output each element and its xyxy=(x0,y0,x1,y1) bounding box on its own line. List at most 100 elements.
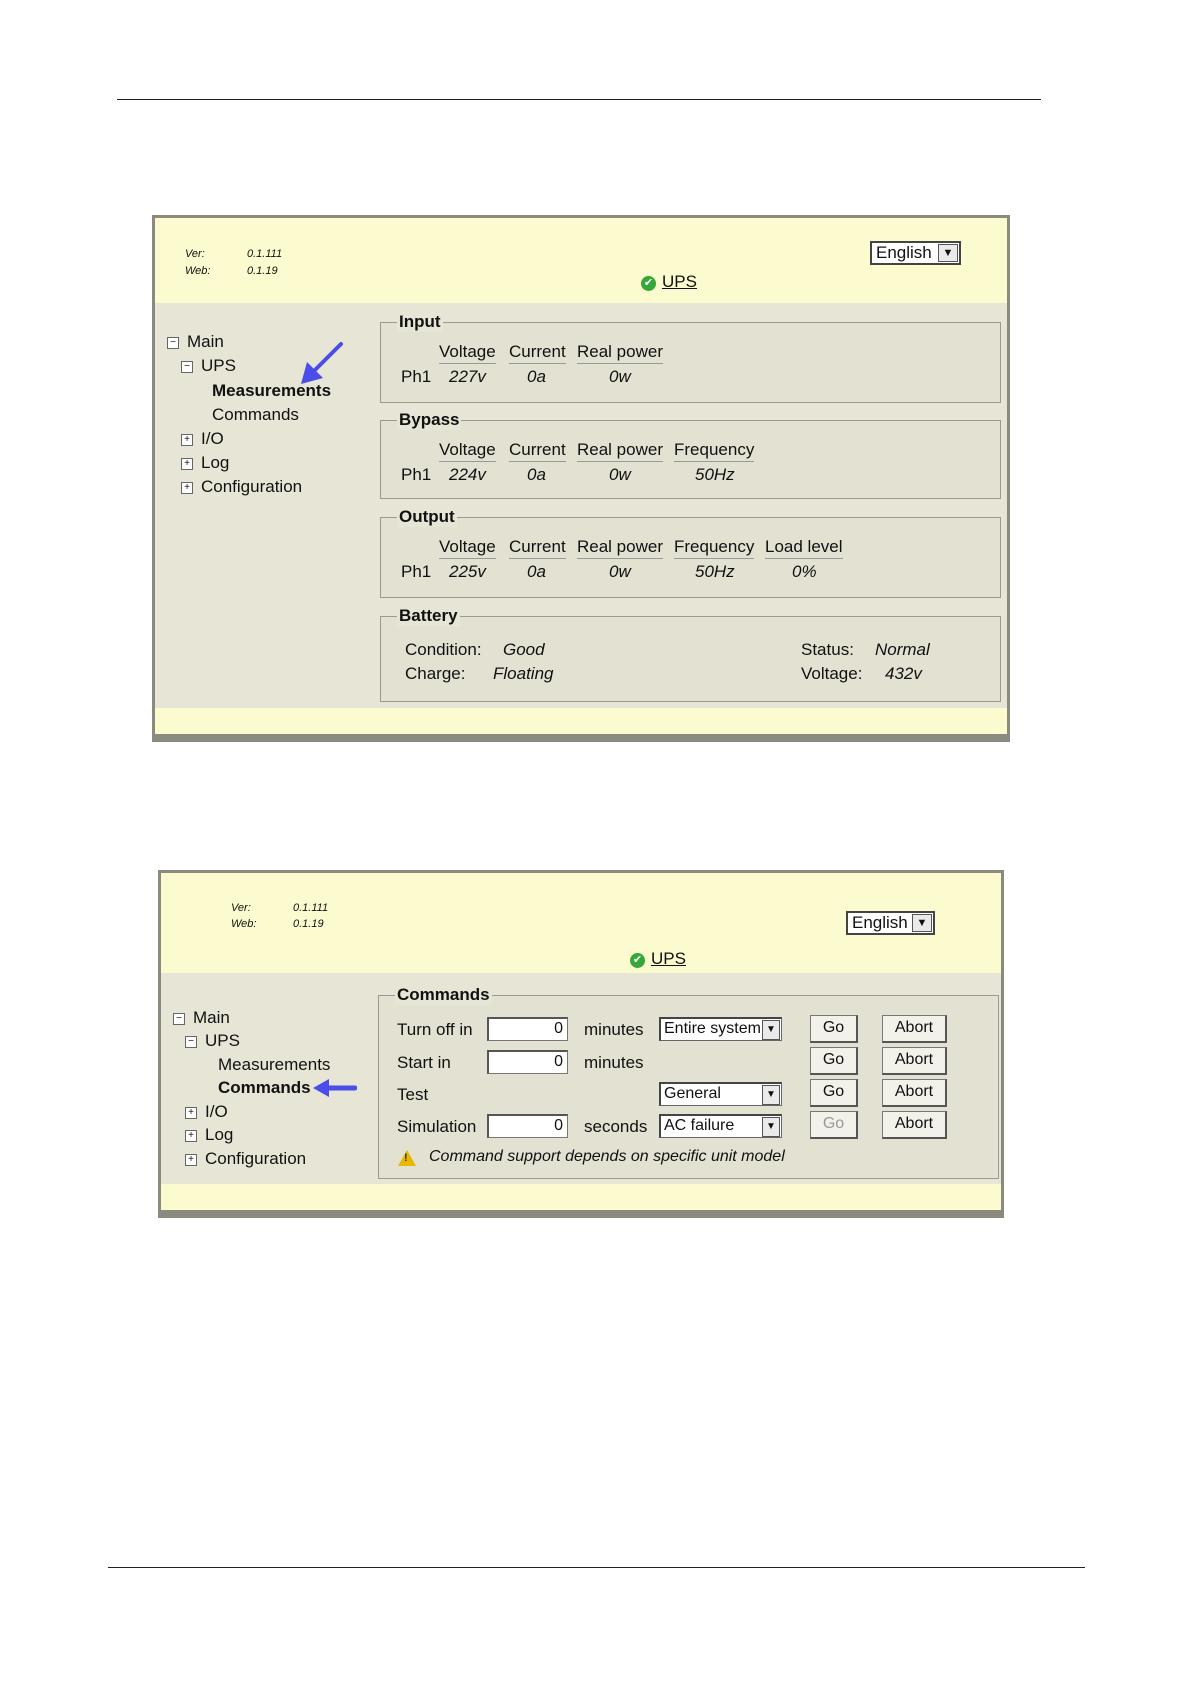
collapse-icon[interactable]: − xyxy=(173,1013,185,1025)
start-unit: minutes xyxy=(584,1053,644,1072)
turn-off-minutes-input[interactable]: 0 xyxy=(487,1017,568,1041)
tree-label: UPS xyxy=(205,1031,240,1050)
language-value: English xyxy=(852,913,908,932)
bypass-voltage-value: 224v xyxy=(449,465,486,484)
col-header-voltage: Voltage xyxy=(439,342,496,364)
check-icon: ✔ xyxy=(641,276,656,291)
col-header-voltage: Voltage xyxy=(439,537,496,559)
tree-label: I/O xyxy=(201,429,224,448)
chevron-down-icon[interactable]: ▼ xyxy=(762,1020,780,1040)
output-frequency-value: 50Hz xyxy=(695,562,735,581)
footer-band xyxy=(155,708,1007,734)
start-abort-button[interactable]: Abort xyxy=(882,1047,947,1075)
tree-item-measurements[interactable]: Measurements xyxy=(218,1055,330,1075)
input-current-value: 0a xyxy=(527,367,546,386)
expand-icon[interactable]: + xyxy=(181,434,193,446)
collapse-icon[interactable]: − xyxy=(167,337,179,349)
language-select[interactable]: English ▼ xyxy=(870,241,961,265)
tree-item-configuration[interactable]: + Configuration xyxy=(185,1149,306,1169)
simulation-go-button[interactable]: Go xyxy=(810,1111,858,1139)
tree-item-ups[interactable]: − UPS xyxy=(181,356,236,376)
col-header-voltage: Voltage xyxy=(439,440,496,462)
tree-item-log[interactable]: + Log xyxy=(185,1125,233,1145)
condition-label: Condition: xyxy=(405,640,482,659)
bypass-frequency-value: 50Hz xyxy=(695,465,735,484)
turn-off-scope-value: Entire system xyxy=(664,1020,761,1037)
tree-item-log[interactable]: + Log xyxy=(181,453,229,473)
output-voltage-value: 225v xyxy=(449,562,486,581)
simulation-unit: seconds xyxy=(584,1117,648,1136)
pointer-arrow-icon xyxy=(301,342,343,384)
tree-item-main[interactable]: − Main xyxy=(167,332,224,352)
col-header-real-power: Real power xyxy=(577,440,663,462)
turn-off-abort-button[interactable]: Abort xyxy=(882,1015,947,1043)
tree-label: Measurements xyxy=(218,1055,331,1074)
expand-icon[interactable]: + xyxy=(181,458,193,470)
col-header-real-power: Real power xyxy=(577,342,663,364)
tree-item-commands[interactable]: Commands xyxy=(212,405,299,425)
version-info: Ver: 0.1.111 Web: 0.1.19 xyxy=(231,902,328,930)
chevron-down-icon[interactable]: ▼ xyxy=(762,1085,780,1105)
turn-off-go-button[interactable]: Go xyxy=(810,1015,858,1043)
tree-label: I/O xyxy=(205,1102,228,1121)
language-select[interactable]: English ▼ xyxy=(846,911,935,935)
test-abort-button[interactable]: Abort xyxy=(882,1079,947,1107)
battery-fieldset: Battery Condition: Good Charge: Floating… xyxy=(380,606,1001,702)
bypass-fieldset: Bypass Voltage Current Real power Freque… xyxy=(380,410,1001,499)
start-go-button[interactable]: Go xyxy=(810,1047,858,1075)
test-label: Test xyxy=(397,1085,429,1104)
input-legend: Input xyxy=(397,312,443,332)
phase-label: Ph1 xyxy=(401,465,432,484)
simulation-abort-button[interactable]: Abort xyxy=(882,1111,947,1139)
col-header-current: Current xyxy=(509,440,566,462)
battery-legend: Battery xyxy=(397,606,460,626)
output-power-value: 0w xyxy=(609,562,631,581)
test-type-select[interactable]: General ▼ xyxy=(659,1082,782,1106)
language-value: English xyxy=(876,243,932,262)
start-minutes-input[interactable]: 0 xyxy=(487,1050,568,1074)
page-title-link[interactable]: UPS xyxy=(651,949,686,968)
tree-label: Configuration xyxy=(201,477,303,496)
chevron-down-icon[interactable]: ▼ xyxy=(912,914,932,932)
tree-item-commands[interactable]: Commands xyxy=(218,1078,311,1098)
chevron-down-icon[interactable]: ▼ xyxy=(938,244,958,262)
expand-icon[interactable]: + xyxy=(185,1107,197,1119)
footer-rule xyxy=(108,1567,1085,1568)
page-title[interactable]: ✔ UPS xyxy=(641,272,697,292)
tree-item-main[interactable]: − Main xyxy=(173,1008,230,1028)
bypass-power-value: 0w xyxy=(609,465,631,484)
col-header-load-level: Load level xyxy=(765,537,843,559)
chevron-down-icon[interactable]: ▼ xyxy=(762,1117,780,1137)
page-title-link[interactable]: UPS xyxy=(662,272,697,291)
input-power-value: 0w xyxy=(609,367,631,386)
start-label: Start in xyxy=(397,1053,451,1072)
expand-icon[interactable]: + xyxy=(181,482,193,494)
collapse-icon[interactable]: − xyxy=(181,361,193,373)
output-legend: Output xyxy=(397,507,457,527)
ups-commands-screenshot: Ver: 0.1.111 Web: 0.1.19 English ▼ ✔ UPS − M… xyxy=(158,870,1004,1218)
tree-label: Log xyxy=(205,1125,234,1144)
command-support-note: Command support depends on specific unit… xyxy=(429,1148,785,1165)
output-current-value: 0a xyxy=(527,562,546,581)
turn-off-scope-select[interactable]: Entire system ▼ xyxy=(659,1017,782,1041)
commands-fieldset: Commands Turn off in 0 minutes Entire sy… xyxy=(378,985,999,1179)
tree-item-ups[interactable]: − UPS xyxy=(185,1031,240,1051)
test-go-button[interactable]: Go xyxy=(810,1079,858,1107)
tree-item-configuration[interactable]: + Configuration xyxy=(181,477,302,497)
simulation-label: Simulation xyxy=(397,1117,477,1136)
footer-band xyxy=(161,1184,1001,1210)
page-title[interactable]: ✔ UPS xyxy=(630,949,686,969)
collapse-icon[interactable]: − xyxy=(185,1036,197,1048)
turn-off-label: Turn off in xyxy=(397,1020,473,1039)
expand-icon[interactable]: + xyxy=(185,1154,197,1166)
phase-label: Ph1 xyxy=(401,367,432,386)
col-header-real-power: Real power xyxy=(577,537,663,559)
expand-icon[interactable]: + xyxy=(185,1130,197,1142)
simulation-type-select[interactable]: AC failure ▼ xyxy=(659,1114,782,1138)
tree-item-io[interactable]: + I/O xyxy=(185,1102,228,1122)
web-label: Web: xyxy=(231,918,257,930)
simulation-seconds-input[interactable]: 0 xyxy=(487,1114,568,1138)
output-load-value: 0% xyxy=(792,562,817,581)
tree-item-io[interactable]: + I/O xyxy=(181,429,224,449)
col-header-frequency: Frequency xyxy=(674,440,755,462)
